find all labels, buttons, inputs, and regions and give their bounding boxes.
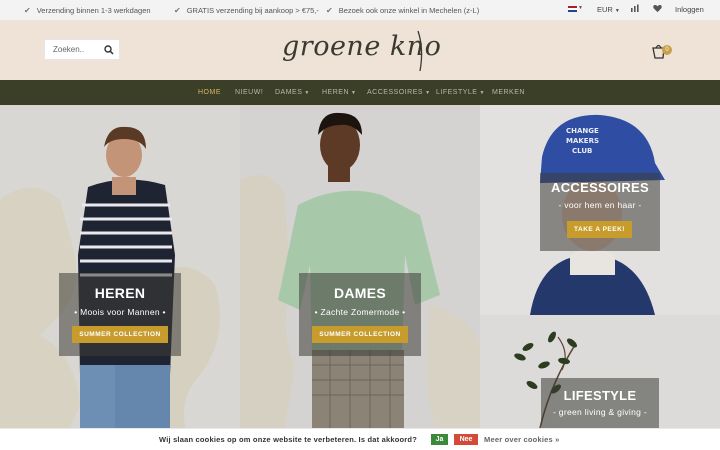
- dames-summer-collection-button[interactable]: SUMMER COLLECTION: [312, 326, 408, 343]
- check-icon: ✔: [326, 6, 333, 15]
- svg-text:groene knoop.: groene knoop.: [282, 31, 442, 62]
- currency-selector[interactable]: EUR ▼: [597, 5, 620, 14]
- search-icon[interactable]: [104, 45, 114, 55]
- heren-photo: [0, 105, 240, 428]
- login-link[interactable]: Inloggen: [675, 5, 704, 14]
- chevron-down-icon: ▼: [351, 90, 357, 96]
- heren-overlay: HEREN • Moois voor Mannen •: [59, 273, 181, 356]
- search-placeholder: Zoeken..: [53, 45, 85, 54]
- chevron-down-icon: ▼: [425, 90, 431, 96]
- nav-item-heren[interactable]: HEREN ▼: [322, 89, 356, 96]
- tile-accessoires[interactable]: CHANGE MAKERS CLUB ACCESSOIRES - voor he…: [480, 105, 720, 315]
- heren-subtitle: • Moois voor Mannen •: [74, 307, 166, 317]
- dames-subtitle: • Zachte Zomermode •: [314, 307, 406, 317]
- nav-item-home[interactable]: HOME: [198, 89, 221, 96]
- check-icon: ✔: [174, 6, 181, 15]
- heren-summer-collection-button[interactable]: SUMMER COLLECTION: [72, 326, 168, 343]
- chevron-down-icon: ▼: [304, 90, 310, 96]
- wishlist-heart-icon[interactable]: [653, 4, 662, 15]
- main-navigation: HOME NIEUW! DAMES ▼ HEREN ▼ ACCESSOIRES ▼ L…: [0, 80, 720, 105]
- cap-print: CHANGE: [566, 127, 599, 135]
- nav-item-lifestyle[interactable]: LIFESTYLE ▼: [436, 89, 485, 96]
- heren-title: HEREN: [94, 285, 146, 301]
- tile-heren[interactable]: HEREN • Moois voor Mannen • SUMMER COLLE…: [0, 105, 240, 428]
- take-a-peek-button[interactable]: TAKE A PEEK!: [567, 221, 632, 238]
- nav-item-merken[interactable]: MERKEN: [492, 89, 525, 96]
- language-flag-icon[interactable]: [568, 6, 577, 12]
- cookie-more-link[interactable]: Meer over cookies »: [484, 435, 560, 444]
- svg-text:CLUB: CLUB: [572, 147, 592, 155]
- cookie-message: Wij slaan cookies op om onze website te …: [159, 435, 417, 444]
- chevron-down-icon: ▼: [479, 90, 485, 96]
- cart-count-badge: 0: [662, 45, 672, 55]
- chevron-down-icon: ▼: [614, 8, 620, 14]
- tile-dames[interactable]: DAMES • Zachte Zomermode • SUMMER COLLEC…: [240, 105, 480, 428]
- check-icon: ✔: [24, 6, 31, 15]
- tile-lifestyle[interactable]: LIFESTYLE - green living & giving -: [480, 315, 720, 428]
- dames-photo: [240, 105, 480, 428]
- accessoires-title: ACCESSOIRES: [551, 180, 649, 195]
- usp-shipping-time: ✔ Verzending binnen 1-3 werkdagen: [24, 6, 151, 15]
- lifestyle-overlay: LIFESTYLE - green living & giving -: [541, 378, 659, 428]
- logo[interactable]: groene knoop.: [278, 27, 485, 73]
- search-input[interactable]: Zoeken..: [44, 39, 120, 60]
- lifestyle-subtitle: - green living & giving -: [553, 407, 647, 417]
- nav-item-dames[interactable]: DAMES ▼: [275, 89, 310, 96]
- nav-item-nieuw[interactable]: NIEUW!: [235, 89, 263, 96]
- usp-visit-store: ✔ Bezoek ook onze winkel in Mechelen (z-L…: [326, 6, 480, 15]
- accessoires-overlay: ACCESSOIRES - voor hem en haar -: [540, 173, 660, 251]
- lifestyle-title: LIFESTYLE: [563, 388, 637, 403]
- cookie-accept-button[interactable]: Ja: [431, 434, 448, 445]
- svg-text:MAKERS: MAKERS: [566, 137, 599, 145]
- top-bar: ✔ Verzending binnen 1-3 werkdagen ✔ GRATIS…: [0, 0, 720, 20]
- nav-item-accessoires[interactable]: ACCESSOIRES ▼: [367, 89, 431, 96]
- cookie-bar: Wij slaan cookies op om onze website te …: [0, 428, 720, 450]
- chevron-down-icon: ▼: [578, 5, 583, 11]
- accessoires-subtitle: - voor hem en haar -: [558, 200, 642, 210]
- usp-free-shipping: ✔ GRATIS verzending bij aankoop > €75,-: [174, 6, 319, 15]
- cookie-decline-button[interactable]: Nee: [454, 434, 478, 445]
- dames-title: DAMES: [333, 285, 387, 301]
- dames-overlay: DAMES • Zachte Zomermode •: [299, 273, 421, 356]
- compare-icon[interactable]: [630, 4, 639, 15]
